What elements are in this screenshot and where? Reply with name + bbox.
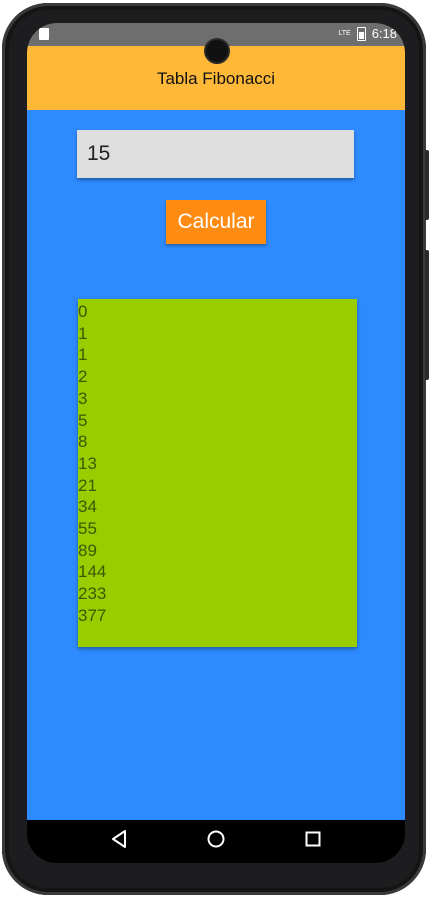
screen: LTE 6:18 Tabla Fibonacci Calcular 011235… <box>27 23 405 863</box>
result-item: 21 <box>78 475 97 495</box>
home-icon[interactable] <box>207 830 225 853</box>
result-list: 0 1 1 2 3 5 8 13 21 34 55 89 144 233 377 <box>78 299 357 647</box>
battery-icon <box>356 26 366 41</box>
main-content: Calcular 01123581321345589144233377 <box>27 110 405 820</box>
power-button <box>425 150 429 220</box>
result-item: 8 <box>78 432 88 452</box>
result-item: 0 <box>78 302 88 321</box>
number-input[interactable] <box>77 130 354 178</box>
result-item: 377 <box>78 605 107 625</box>
result-item: 1 <box>78 345 88 365</box>
back-icon[interactable] <box>111 830 127 853</box>
app-title: Tabla Fibonacci <box>156 69 276 88</box>
calculate-button[interactable]: Calcular <box>166 200 266 244</box>
result-item: 5 <box>78 410 88 430</box>
volume-button <box>425 250 429 380</box>
sim-icon <box>39 28 49 40</box>
result-item: 55 <box>78 519 97 539</box>
result-item: 13 <box>78 453 97 473</box>
status-icons: LTE 6:18 <box>338 26 397 41</box>
recent-apps-icon[interactable] <box>305 831 321 852</box>
result-item: 144 <box>78 562 107 582</box>
result-item: 34 <box>78 497 97 517</box>
signal-icon: LTE <box>338 29 351 37</box>
navigation-bar <box>27 820 405 863</box>
camera-icon <box>204 38 230 64</box>
result-item: 233 <box>78 584 107 604</box>
result-item: 2 <box>78 367 88 387</box>
result-item: 3 <box>78 388 88 408</box>
status-time: 6:18 <box>371 26 397 41</box>
result-item: 1 <box>78 323 88 343</box>
result-item: 89 <box>78 540 97 560</box>
